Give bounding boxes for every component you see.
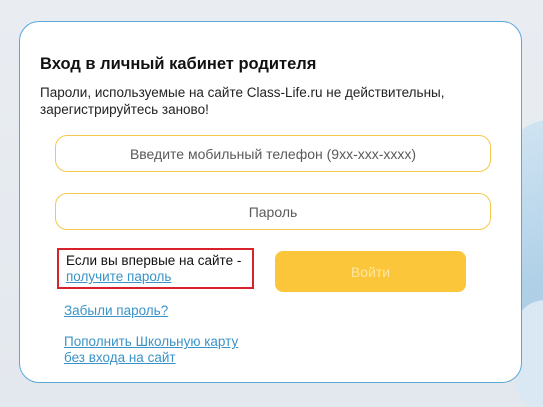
first-time-text: Если вы впервые на сайте - bbox=[66, 253, 242, 268]
login-card: Вход в личный кабинет родителя Пароли, и… bbox=[19, 21, 522, 383]
topup-link-line2: без входа на сайт bbox=[64, 350, 176, 365]
password-input[interactable] bbox=[55, 193, 491, 230]
get-password-link[interactable]: получите пароль bbox=[66, 269, 171, 284]
page-title: Вход в личный кабинет родителя bbox=[40, 55, 317, 73]
login-button[interactable]: Войти bbox=[275, 251, 466, 292]
forgot-password-link[interactable]: Забыли пароль? bbox=[64, 303, 168, 318]
phone-input[interactable] bbox=[55, 135, 491, 172]
first-time-highlight: Если вы впервые на сайте - получите паро… bbox=[57, 248, 254, 289]
topup-school-card-link[interactable]: Пополнить Школьную карту без входа на са… bbox=[64, 334, 264, 366]
password-notice: Пароли, используемые на сайте Class-Life… bbox=[40, 85, 445, 117]
topup-link-line1: Пополнить Школьную карту bbox=[64, 334, 239, 349]
